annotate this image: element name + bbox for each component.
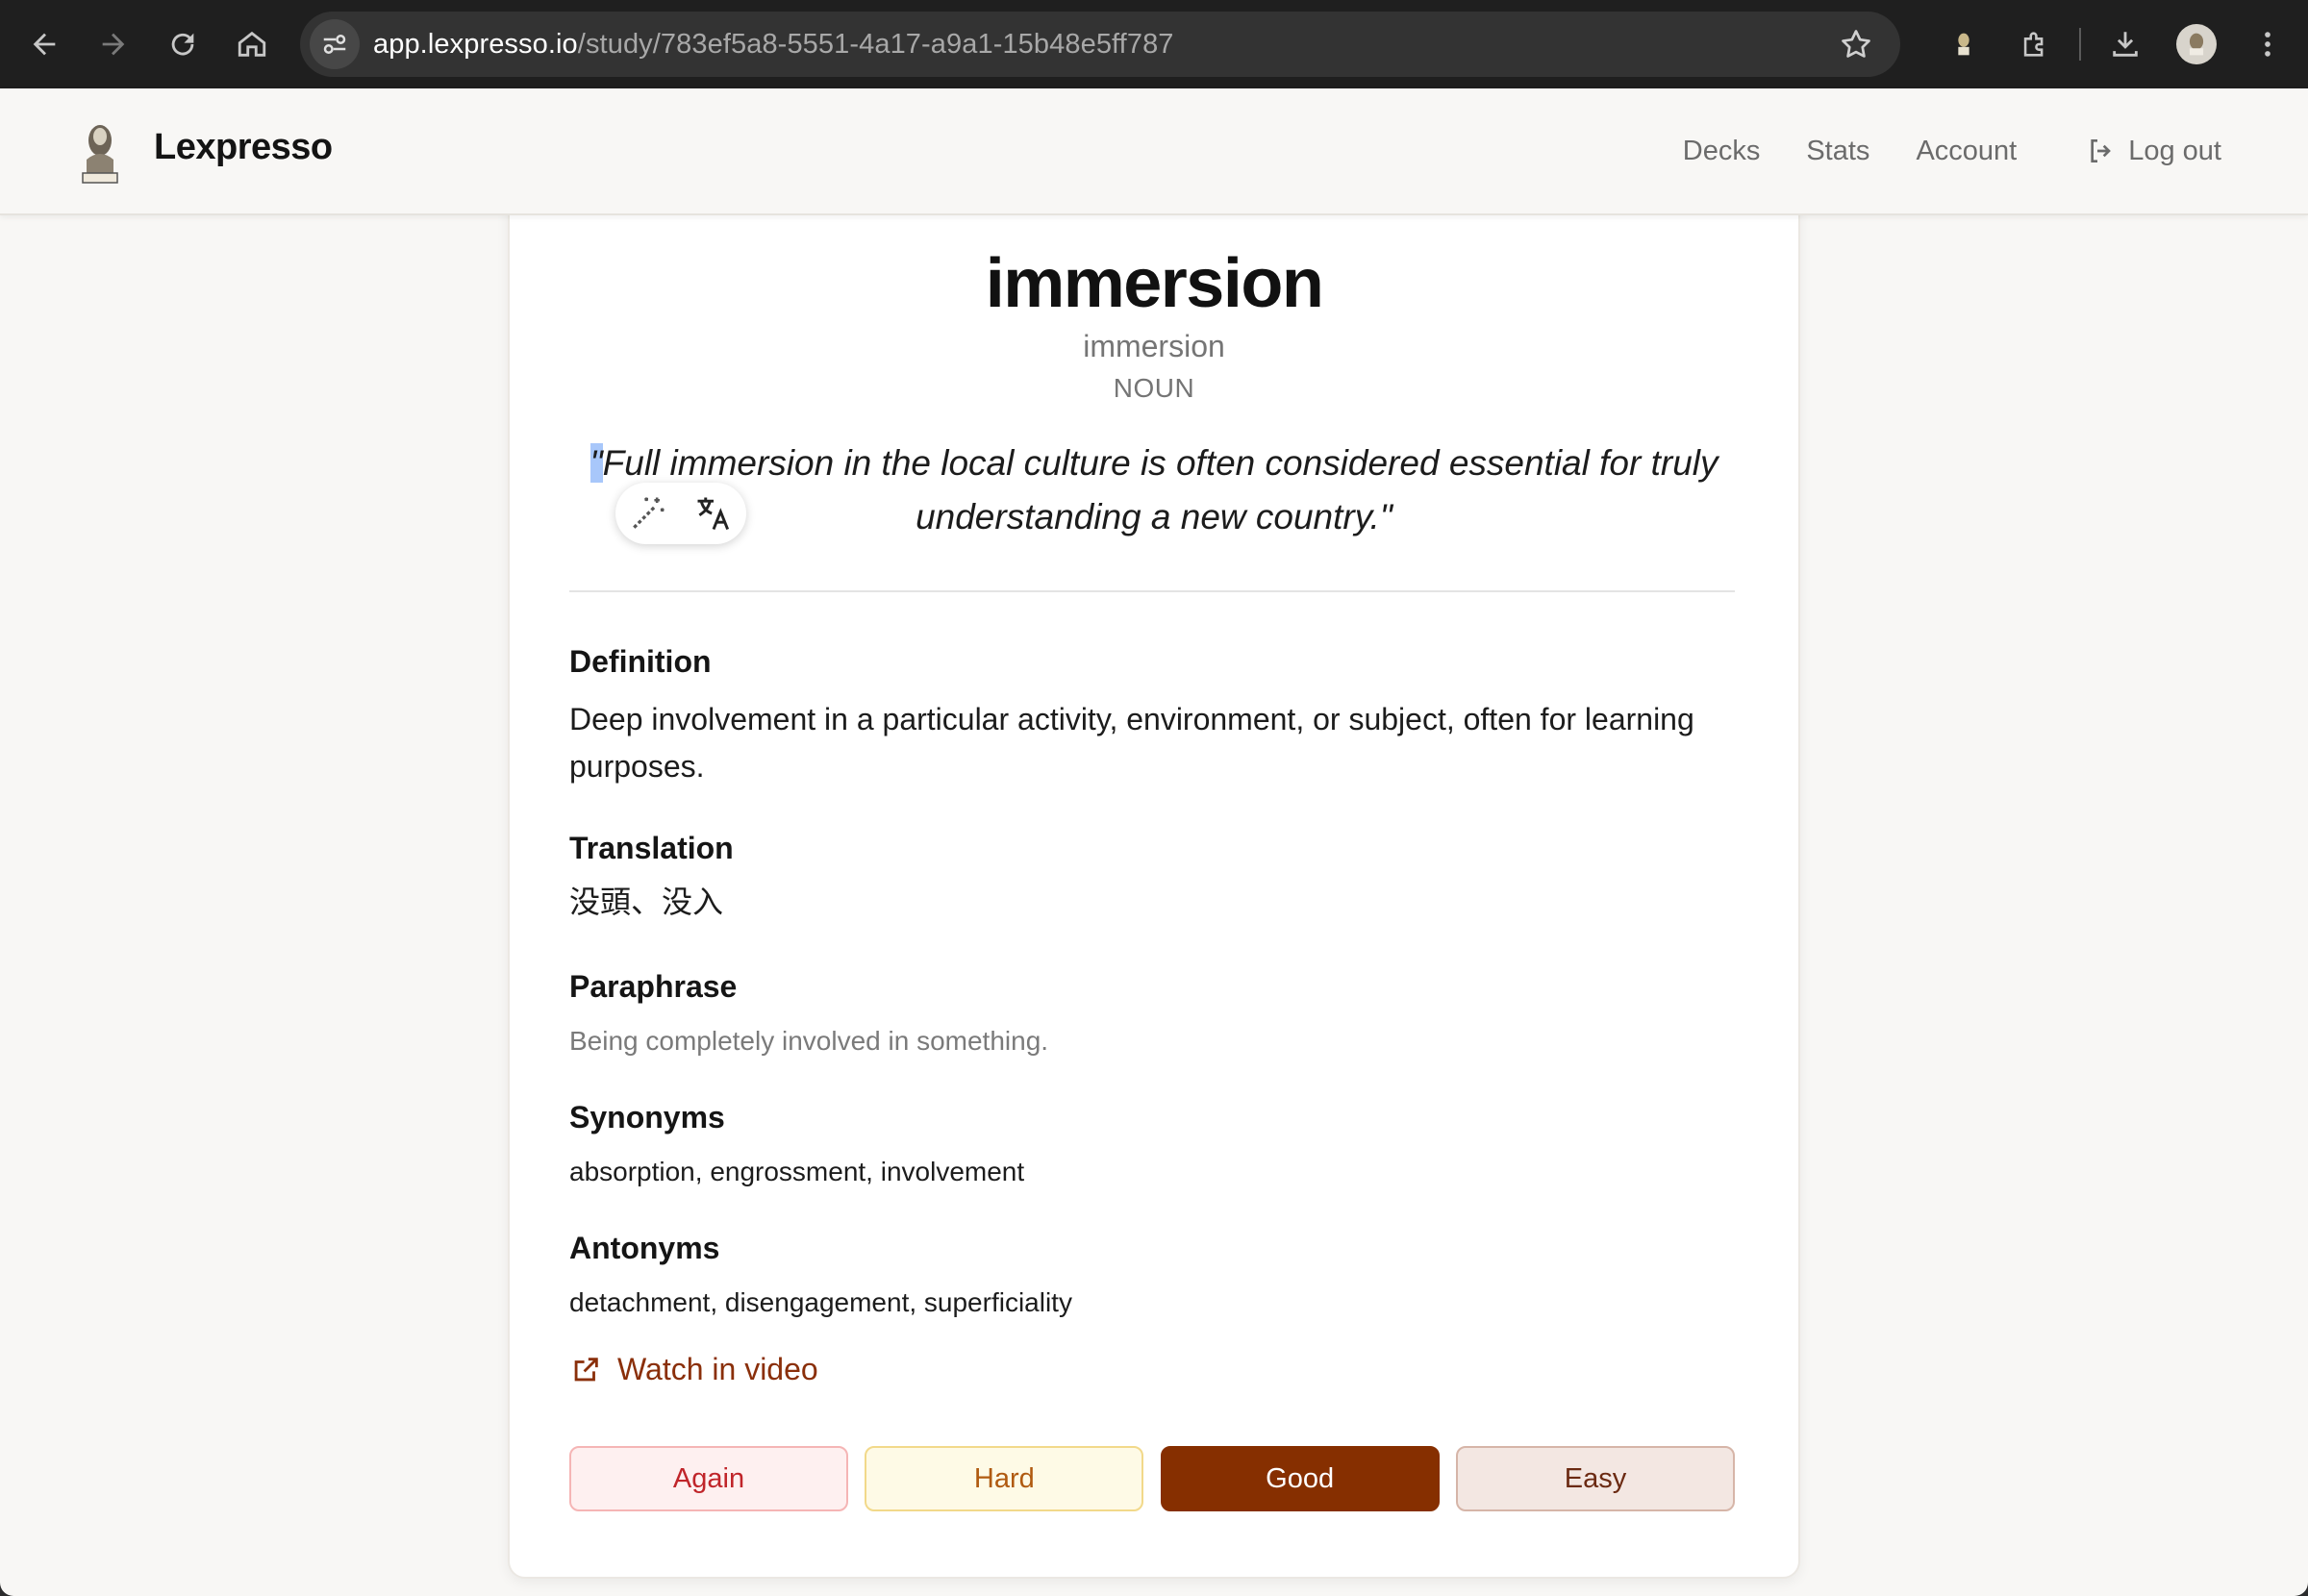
logo-icon[interactable] — [79, 115, 121, 187]
text-selection: " — [590, 443, 603, 483]
home-icon[interactable] — [225, 17, 279, 71]
logout-icon — [2091, 139, 2112, 162]
url-path: /study/783ef5a8-5551-4a17-a9a1-15b48e5ff… — [577, 28, 1174, 60]
nav-account[interactable]: Account — [1916, 136, 2017, 167]
profile-avatar[interactable] — [2170, 17, 2223, 71]
magic-wand-icon[interactable] — [627, 492, 669, 535]
card-word: immersion — [985, 245, 1324, 322]
synonyms-body: absorption, engrossment, involvement — [569, 1157, 1025, 1186]
browser-toolbar: app.lexpresso.io/study/783ef5a8-5551-4a1… — [0, 0, 2308, 88]
again-button[interactable]: Again — [569, 1446, 848, 1511]
good-button[interactable]: Good — [1160, 1446, 1440, 1511]
nav-stats[interactable]: Stats — [1806, 136, 1869, 167]
site-info-icon[interactable] — [310, 19, 360, 69]
main-nav: Decks Stats Account Log out — [1637, 88, 2221, 213]
part-of-speech: NOUN — [1113, 373, 1195, 403]
easy-button[interactable]: Easy — [1455, 1446, 1735, 1511]
selection-toolbar — [615, 483, 746, 544]
star-icon[interactable] — [1839, 27, 1873, 62]
watch-video-link[interactable]: Watch in video — [569, 1352, 818, 1387]
translate-icon[interactable] — [692, 492, 735, 535]
address-bar[interactable]: app.lexpresso.io/study/783ef5a8-5551-4a1… — [300, 12, 1900, 77]
more-icon[interactable] — [2241, 17, 2295, 71]
browser-window: app.lexpresso.io/study/783ef5a8-5551-4a1… — [0, 0, 2308, 1596]
card-reading: immersion — [1083, 329, 1225, 363]
translation-title: Translation — [569, 831, 734, 865]
paraphrase-body: Being completely involved in something. — [569, 1026, 1049, 1056]
definition-body: Deep involvement in a particular activit… — [569, 702, 1694, 784]
extension-icon[interactable] — [1937, 17, 1991, 71]
forward-icon[interactable] — [87, 17, 140, 71]
example-text: Full immersion in the local culture is o… — [602, 443, 1718, 536]
app-header: Lexpresso Decks Stats Account Log out — [0, 88, 2308, 215]
card-divider — [569, 590, 1735, 592]
toolbar-actions — [1937, 0, 2308, 88]
grade-buttons: Again Hard Good Easy — [569, 1446, 1735, 1515]
definition-title: Definition — [569, 644, 712, 679]
translation-body: 没頭、没入 — [569, 885, 724, 919]
antonyms-body: detachment, disengagement, superficialit… — [569, 1287, 1072, 1317]
external-link-icon — [574, 1357, 598, 1381]
logout-button[interactable]: Log out — [2086, 136, 2221, 167]
brand-name[interactable]: Lexpresso — [154, 127, 333, 168]
example-sentence[interactable]: "Full immersion in the local culture is … — [577, 436, 1731, 544]
nav-decks[interactable]: Decks — [1683, 136, 1761, 167]
antonyms-title: Antonyms — [569, 1231, 720, 1265]
url-host: app.lexpresso.io — [373, 28, 578, 60]
watch-video-label: Watch in video — [617, 1352, 818, 1386]
puzzle-icon[interactable] — [2008, 17, 2062, 71]
synonyms-title: Synonyms — [569, 1100, 725, 1135]
reload-icon[interactable] — [156, 17, 210, 71]
download-icon[interactable] — [2098, 17, 2152, 71]
paraphrase-title: Paraphrase — [569, 969, 738, 1004]
back-icon[interactable] — [17, 17, 71, 71]
hard-button[interactable]: Hard — [865, 1446, 1144, 1511]
toolbar-separator — [2079, 28, 2081, 61]
url-text[interactable]: app.lexpresso.io/study/783ef5a8-5551-4a1… — [373, 29, 1174, 61]
study-card: immersion immersion NOUN "Full immersion… — [508, 183, 1800, 1579]
logout-label: Log out — [2128, 135, 2221, 166]
